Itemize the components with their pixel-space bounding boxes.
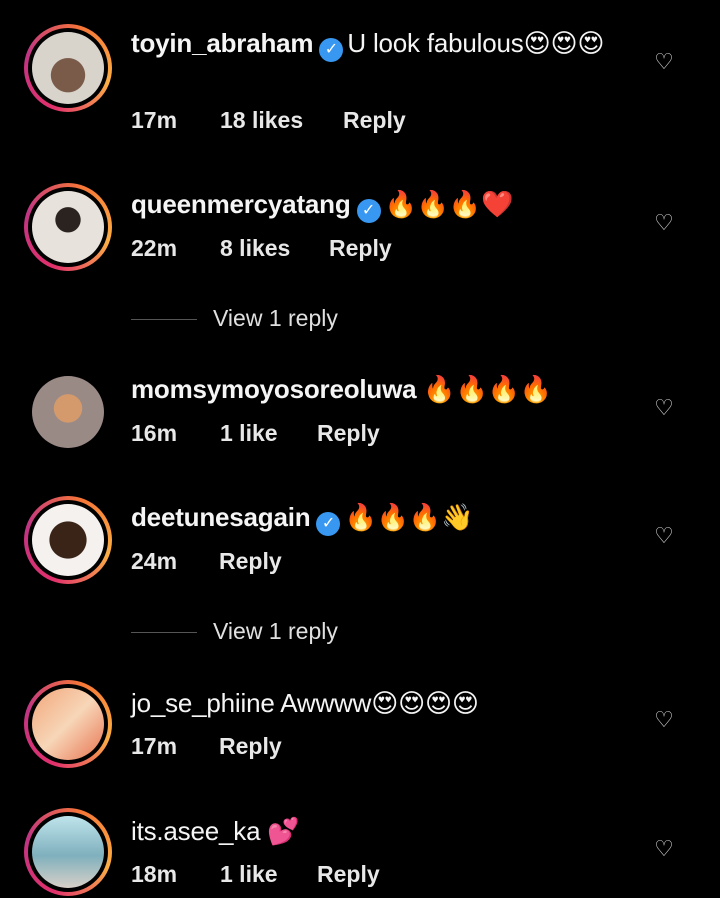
heart-outline-icon[interactable]: ♡	[652, 396, 676, 420]
avatar-image	[32, 32, 104, 104]
avatar-image	[32, 376, 104, 448]
comment-text: U look fabulous	[347, 28, 524, 58]
comment-time: 17m	[131, 733, 178, 759]
comment-emoji: 💕	[267, 817, 300, 847]
likes-count[interactable]: 1 like	[220, 861, 278, 888]
avatar-image	[32, 191, 104, 263]
heart-outline-icon[interactable]: ♡	[652, 211, 676, 235]
comment-emoji: 🔥🔥🔥🔥	[423, 375, 553, 405]
divider	[131, 632, 197, 634]
avatar-image	[32, 816, 104, 888]
heart-outline-icon[interactable]: ♡	[652, 708, 676, 732]
comment-emoji: 😍😍😍	[523, 29, 605, 59]
verified-badge-icon: ✓	[356, 199, 381, 223]
avatar[interactable]	[24, 680, 112, 768]
likes-count[interactable]: 8 likes	[220, 235, 290, 262]
comment-time: 22m	[131, 235, 178, 261]
reply-button[interactable]: Reply	[317, 861, 380, 888]
reply-button[interactable]: Reply	[219, 548, 282, 575]
comment-emoji: 🔥🔥🔥❤️	[384, 190, 514, 220]
view-replies-label[interactable]: View 1 reply	[213, 305, 338, 331]
verified-badge-icon: ✓	[319, 38, 344, 62]
view-replies-label[interactable]: View 1 reply	[213, 618, 338, 644]
reply-button[interactable]: Reply	[219, 733, 282, 760]
likes-count[interactable]: 18 likes	[220, 107, 303, 134]
avatar-image	[32, 504, 104, 576]
comment-emoji: 😍😍😍😍	[371, 689, 479, 719]
avatar[interactable]	[24, 183, 112, 271]
reply-button[interactable]: Reply	[343, 107, 406, 134]
username[interactable]: queenmercyatang	[131, 189, 351, 219]
heart-outline-icon[interactable]: ♡	[652, 50, 676, 74]
comment-emoji: 🔥🔥🔥👋	[344, 503, 474, 533]
username[interactable]: deetunesagain	[131, 502, 311, 532]
username[interactable]: jo_se_phiine	[131, 688, 275, 718]
avatar[interactable]	[24, 808, 112, 896]
username[interactable]: toyin_abraham	[131, 28, 314, 58]
avatar[interactable]	[24, 496, 112, 584]
comment-time: 24m	[131, 548, 178, 574]
divider	[131, 319, 197, 321]
reply-button[interactable]: Reply	[329, 235, 392, 262]
comment-time: 17m	[131, 107, 178, 133]
username[interactable]: its.asee_ka	[131, 816, 261, 846]
comment-time: 18m	[131, 861, 178, 887]
view-replies-button[interactable]: View 1 reply	[131, 618, 338, 645]
username[interactable]: momsymoyosoreoluwa	[131, 374, 417, 404]
comment-text: Awwww	[280, 688, 372, 718]
reply-button[interactable]: Reply	[317, 420, 380, 447]
avatar[interactable]	[24, 368, 112, 456]
avatar-image	[32, 688, 104, 760]
comment-time: 16m	[131, 420, 178, 446]
view-replies-button[interactable]: View 1 reply	[131, 305, 338, 332]
likes-count[interactable]: 1 like	[220, 420, 278, 447]
heart-outline-icon[interactable]: ♡	[652, 837, 676, 861]
avatar[interactable]	[24, 24, 112, 112]
verified-badge-icon: ✓	[316, 512, 341, 536]
heart-outline-icon[interactable]: ♡	[652, 524, 676, 548]
